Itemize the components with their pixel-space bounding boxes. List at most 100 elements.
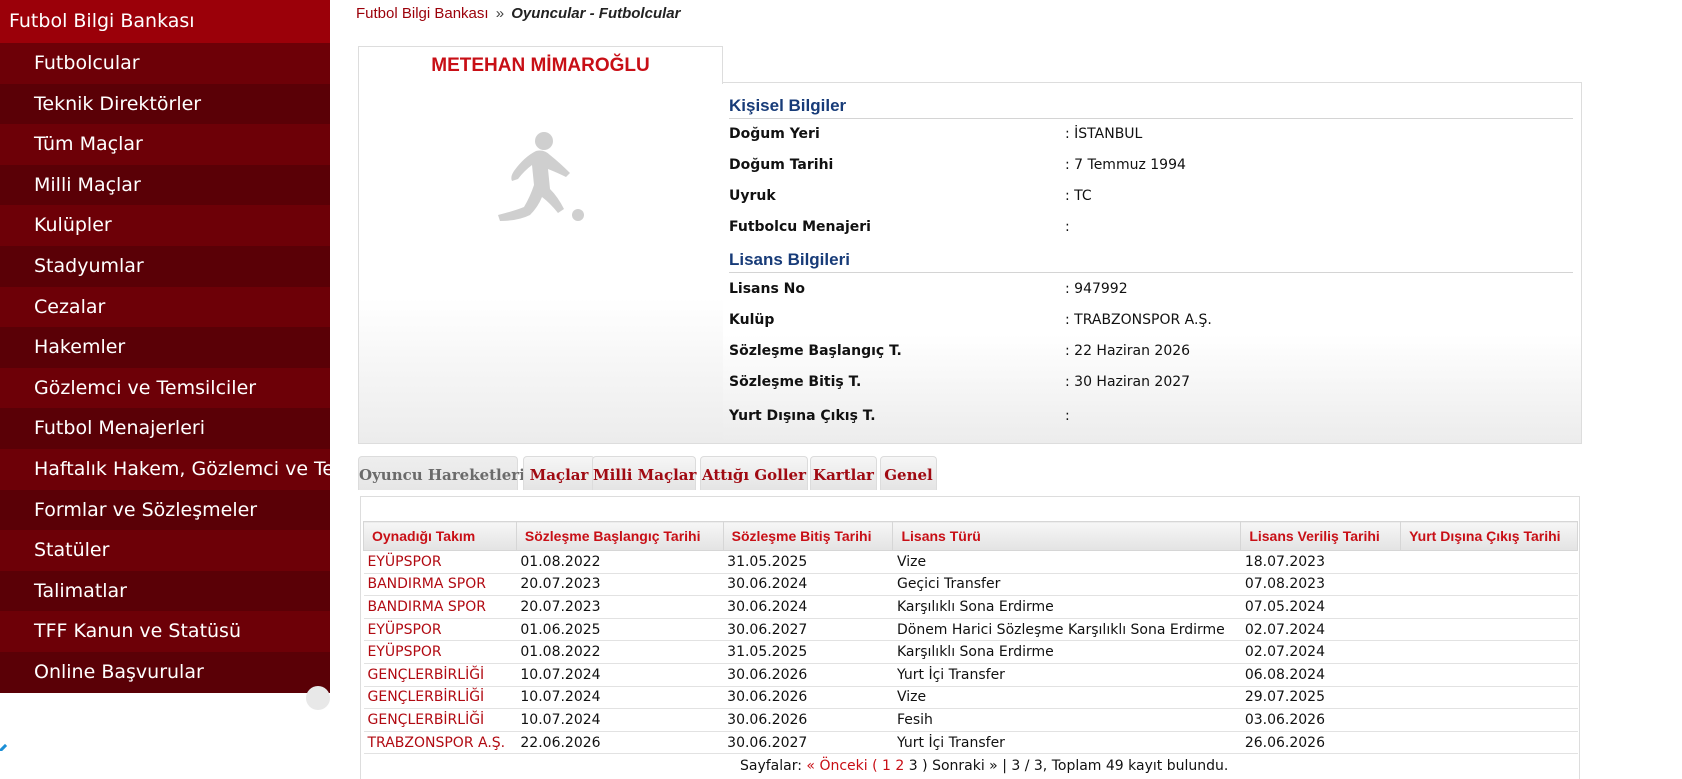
license-label: Sözleşme Başlangıç T. xyxy=(729,343,902,359)
team-link[interactable]: EYÜPSPOR xyxy=(363,640,517,664)
breadcrumb-root-link[interactable]: Futbol Bilgi Bankası xyxy=(356,5,489,22)
license-value: : xyxy=(1065,408,1070,424)
sidebar-corner xyxy=(306,686,330,710)
tab[interactable]: Genel xyxy=(880,456,937,490)
team-link[interactable]: GENÇLERBİRLİĞİ xyxy=(363,686,517,710)
sidebar-item[interactable]: Haftalık Hakem, Gözlemci ve Temsi xyxy=(0,448,330,490)
team-link[interactable]: TRABZONSPOR A.Ş. xyxy=(363,731,517,755)
sidebar-item[interactable]: Kulüpler xyxy=(0,205,330,246)
table-cell: 31.05.2025 xyxy=(723,550,893,574)
team-link[interactable]: BANDIRMA SPOR xyxy=(363,595,517,619)
table-row: GENÇLERBİRLİĞİ 10.07.2024 30.06.2026 Vize 29… xyxy=(363,686,1578,710)
pagination-close-paren: ) xyxy=(922,758,928,774)
personal-value: : İSTANBUL xyxy=(1065,126,1143,142)
player-name-tab: METEHAN MİMAROĞLU xyxy=(358,46,723,84)
table-cell: 18.07.2023 xyxy=(1240,550,1401,574)
sidebar-item[interactable]: Milli Maçlar xyxy=(0,164,330,206)
table-cell: 10.07.2024 xyxy=(516,663,724,687)
table-row: GENÇLERBİRLİĞİ 10.07.2024 30.06.2026 Fesih 0… xyxy=(363,708,1578,732)
tab[interactable]: Milli Maçlar xyxy=(592,456,696,490)
license-label: Kulüp xyxy=(729,312,775,328)
pagination: Sayfalar: « Önceki ( 1 2 3 ) Sonraki » |… xyxy=(740,758,1228,774)
table-cell: 01.08.2022 xyxy=(516,550,724,574)
sidebar-item[interactable]: Hakemler xyxy=(0,327,330,368)
table-cell: 30.06.2026 xyxy=(723,663,893,687)
table-header-row: Oynadığı Takım Sözleşme Başlangıç Tarihi S… xyxy=(363,521,1578,551)
table-row: BANDIRMA SPOR 20.07.2023 30.06.2024 Geçici … xyxy=(363,573,1578,597)
column-header[interactable]: Lisans Veriliş Tarihi xyxy=(1240,521,1402,551)
tab[interactable]: Attığı Goller xyxy=(700,456,808,490)
player-silhouette-icon xyxy=(498,132,584,221)
table-cell: 03.06.2026 xyxy=(1240,708,1401,732)
team-link[interactable]: GENÇLERBİRLİĞİ xyxy=(363,708,517,732)
sidebar-title[interactable]: Futbol Bilgi Bankası xyxy=(0,0,330,43)
breadcrumb-separator: » xyxy=(495,5,505,22)
table-cell: 02.07.2024 xyxy=(1240,640,1401,664)
license-label: Lisans No xyxy=(729,281,806,297)
table-cell xyxy=(1400,663,1578,687)
license-value: : 947992 xyxy=(1065,281,1128,297)
tab[interactable]: Kartlar xyxy=(810,456,877,490)
table-row: GENÇLERBİRLİĞİ 10.07.2024 30.06.2026 Yurt İ… xyxy=(363,663,1578,687)
personal-label: Doğum Tarihi xyxy=(729,157,834,173)
table-cell: 26.06.2026 xyxy=(1240,731,1401,755)
sidebar-item[interactable]: Futbol Menajerleri xyxy=(0,408,330,449)
tab[interactable]: Oyuncu Hareketleri xyxy=(358,456,525,490)
table-cell: 20.07.2023 xyxy=(516,573,724,597)
sidebar-item[interactable]: Talimatlar xyxy=(0,570,330,612)
table-row: TRABZONSPOR A.Ş. 22.06.2026 30.06.2027 Yurt… xyxy=(363,731,1578,755)
sidebar-item[interactable]: Futbolcular xyxy=(0,43,330,84)
column-header[interactable]: Sözleşme Başlangıç Tarihi xyxy=(515,521,724,551)
breadcrumb: Futbol Bilgi Bankası » Oyuncular - Futbo… xyxy=(356,5,680,22)
breadcrumb-current: Oyuncular - Futbolcular xyxy=(511,5,681,22)
sidebar-item[interactable]: Online Başvurular xyxy=(0,651,330,693)
personal-value: : TC xyxy=(1065,188,1092,204)
table-cell: 30.06.2024 xyxy=(723,595,893,619)
sidebar-menu: Futbolcular Teknik Direktörler Tüm Maçlar M… xyxy=(0,43,330,693)
pagination-page-1[interactable]: 1 xyxy=(882,758,891,774)
personal-info-title: Kişisel Bilgiler xyxy=(729,96,847,115)
table-cell: Dönem Harici Sözleşme Karşılıklı Sona Er… xyxy=(892,618,1241,642)
table-cell: Karşılıklı Sona Erdirme xyxy=(892,595,1241,619)
tab[interactable]: Maçlar xyxy=(523,456,595,490)
table-cell: 01.06.2025 xyxy=(516,618,724,642)
personal-value: : xyxy=(1065,219,1070,235)
table-cell: 30.06.2026 xyxy=(723,686,893,710)
personal-value: : 7 Temmuz 1994 xyxy=(1065,157,1186,173)
sidebar-item[interactable]: Statüler xyxy=(0,530,330,571)
team-link[interactable]: EYÜPSPOR xyxy=(363,550,517,574)
table-cell: 22.06.2026 xyxy=(516,731,724,755)
decorative-shape xyxy=(0,743,13,759)
pagination-prev-link[interactable]: « Önceki xyxy=(806,758,867,774)
table-cell: 29.07.2025 xyxy=(1240,686,1401,710)
table-cell: Fesih xyxy=(892,708,1241,732)
column-header[interactable]: Oynadığı Takım xyxy=(363,521,517,551)
table-cell xyxy=(1400,618,1578,642)
column-header[interactable]: Sözleşme Bitiş Tarihi xyxy=(722,521,894,551)
team-link[interactable]: GENÇLERBİRLİĞİ xyxy=(363,663,517,687)
license-value: : TRABZONSPOR A.Ş. xyxy=(1065,312,1212,328)
table-cell: 07.05.2024 xyxy=(1240,595,1401,619)
player-photo xyxy=(358,82,723,444)
pagination-next[interactable]: Sonraki » xyxy=(932,758,998,774)
pagination-page-2[interactable]: 2 xyxy=(895,758,904,774)
table-cell xyxy=(1400,573,1578,597)
sidebar-item[interactable]: Stadyumlar xyxy=(0,245,330,287)
sidebar-item[interactable]: Cezalar xyxy=(0,286,330,328)
sidebar-item[interactable]: Formlar ve Sözleşmeler xyxy=(0,489,330,531)
sidebar-item[interactable]: TFF Kanun ve Statüsü xyxy=(0,611,330,652)
table-cell: 30.06.2027 xyxy=(723,618,893,642)
table-cell: Vize xyxy=(892,686,1241,710)
pagination-summary: | 3 / 3, Toplam 49 kayıt bulundu. xyxy=(1002,758,1229,774)
license-label: Sözleşme Bitiş T. xyxy=(729,374,862,390)
sidebar-item[interactable]: Gözlemci ve Temsilciler xyxy=(0,367,330,409)
table-row: EYÜPSPOR 01.08.2022 31.05.2025 Karşılıklı S… xyxy=(363,640,1578,664)
column-header[interactable]: Yurt Dışına Çıkış Tarihi xyxy=(1400,521,1578,551)
column-header[interactable]: Lisans Türü xyxy=(892,521,1242,551)
team-link[interactable]: BANDIRMA SPOR xyxy=(363,573,517,597)
team-link[interactable]: EYÜPSPOR xyxy=(363,618,517,642)
table-cell xyxy=(1400,550,1578,574)
sidebar-item[interactable]: Tüm Maçlar xyxy=(0,124,330,165)
sidebar-item[interactable]: Teknik Direktörler xyxy=(0,83,330,125)
table-cell: 06.08.2024 xyxy=(1240,663,1401,687)
